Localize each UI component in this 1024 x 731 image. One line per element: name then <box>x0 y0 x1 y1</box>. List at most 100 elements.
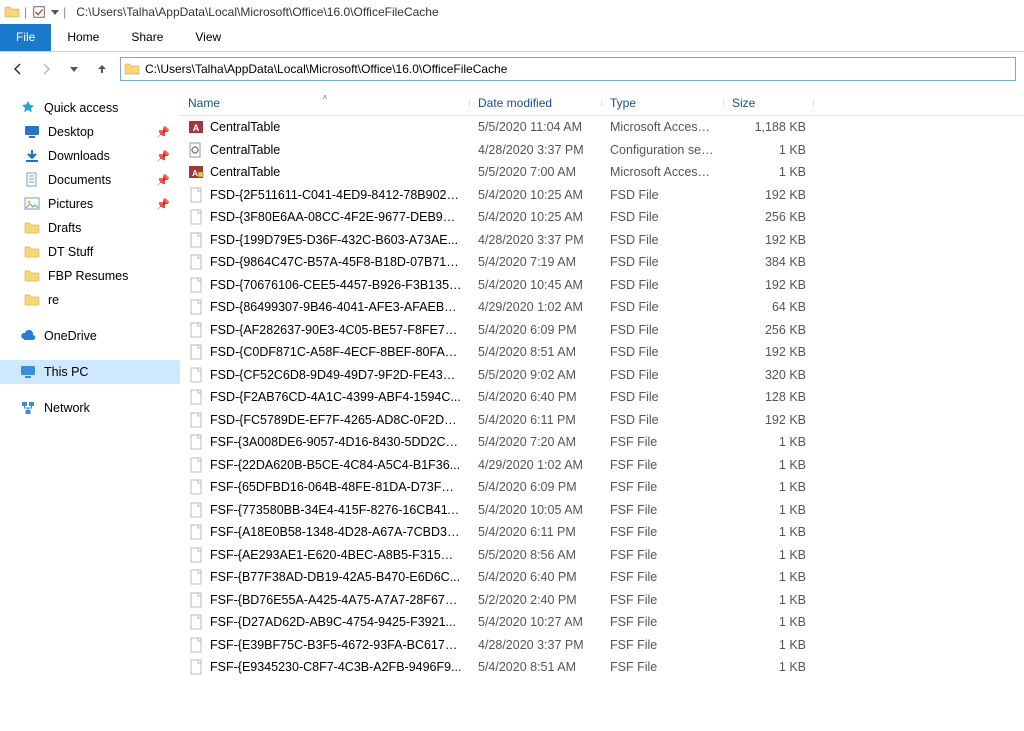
file-name: FSD-{AF282637-90E3-4C05-BE57-F8FE734... <box>210 323 462 337</box>
file-row[interactable]: ACentralTable5/5/2020 7:00 AMMicrosoft A… <box>180 161 1024 184</box>
separator: | <box>63 5 66 19</box>
navigation-bar <box>0 52 1024 86</box>
file-row[interactable]: FSF-{B77F38AD-DB19-42A5-B470-E6D6C...5/4… <box>180 566 1024 589</box>
file-row[interactable]: FSD-{C0DF871C-A58F-4ECF-8BEF-80FA3...5/4… <box>180 341 1024 364</box>
file-size: 320 KB <box>724 368 814 382</box>
file-size: 1 KB <box>724 480 814 494</box>
file-type: FSF File <box>602 525 724 539</box>
file-icon <box>188 142 204 158</box>
file-row[interactable]: FSD-{86499307-9B46-4041-AFE3-AFAEBD...4/… <box>180 296 1024 319</box>
file-size: 384 KB <box>724 255 814 269</box>
file-row[interactable]: FSD-{3F80E6AA-08CC-4F2E-9677-DEB977...5/… <box>180 206 1024 229</box>
nav-downloads[interactable]: Downloads 📌 <box>0 144 180 168</box>
nav-label: Downloads <box>48 149 110 163</box>
file-icon <box>188 322 204 338</box>
tab-file[interactable]: File <box>0 24 51 51</box>
nav-drafts[interactable]: Drafts <box>0 216 180 240</box>
file-row[interactable]: FSF-{22DA620B-B5CE-4C84-A5C4-B1F36...4/2… <box>180 454 1024 477</box>
nav-desktop[interactable]: Desktop 📌 <box>0 120 180 144</box>
nav-this-pc[interactable]: This PC <box>0 360 180 384</box>
tab-share[interactable]: Share <box>115 24 179 51</box>
nav-fbp-resumes[interactable]: FBP Resumes <box>0 264 180 288</box>
file-type: FSD File <box>602 368 724 382</box>
nav-onedrive[interactable]: OneDrive <box>0 324 180 348</box>
file-size: 1 KB <box>724 458 814 472</box>
file-row[interactable]: FSF-{773580BB-34E4-415F-8276-16CB411...5… <box>180 499 1024 522</box>
file-row[interactable]: FSD-{F2AB76CD-4A1C-4399-ABF4-1594C...5/4… <box>180 386 1024 409</box>
column-date-modified[interactable]: Date modified <box>470 96 602 110</box>
file-row[interactable]: FSD-{199D79E5-D36F-432C-B603-A73AE...4/2… <box>180 229 1024 252</box>
file-icon <box>188 344 204 360</box>
file-size: 256 KB <box>724 323 814 337</box>
column-type[interactable]: Type <box>602 96 724 110</box>
file-icon: A <box>188 164 204 180</box>
file-type: FSD File <box>602 390 724 404</box>
file-date: 5/5/2020 7:00 AM <box>470 165 602 179</box>
column-label: Size <box>732 96 755 110</box>
folder-icon <box>24 244 40 260</box>
file-size: 1 KB <box>724 660 814 674</box>
file-name: FSD-{F2AB76CD-4A1C-4399-ABF4-1594C... <box>210 390 461 404</box>
file-name: FSD-{CF52C6D8-9D49-49D7-9F2D-FE4331... <box>210 368 462 382</box>
pictures-icon <box>24 196 40 212</box>
nav-label: re <box>48 293 59 307</box>
file-date: 5/2/2020 2:40 PM <box>470 593 602 607</box>
file-row[interactable]: FSD-{FC5789DE-EF7F-4265-AD8C-0F2DF1...5/… <box>180 409 1024 432</box>
file-row[interactable]: FSF-{AE293AE1-E620-4BEC-A8B5-F315C0...5/… <box>180 544 1024 567</box>
file-type: FSF File <box>602 593 724 607</box>
forward-button[interactable] <box>36 59 56 79</box>
file-size: 1 KB <box>724 435 814 449</box>
file-row[interactable]: FSD-{AF282637-90E3-4C05-BE57-F8FE734...5… <box>180 319 1024 342</box>
address-bar[interactable] <box>120 57 1016 81</box>
file-row[interactable]: FSD-{9864C47C-B57A-45F8-B18D-07B719...5/… <box>180 251 1024 274</box>
properties-icon[interactable] <box>31 4 47 20</box>
address-input[interactable] <box>143 60 1015 78</box>
nav-label: Pictures <box>48 197 93 211</box>
file-type: Configuration sett... <box>602 143 724 157</box>
file-size: 1 KB <box>724 503 814 517</box>
column-size[interactable]: Size <box>724 96 814 110</box>
file-size: 1 KB <box>724 143 814 157</box>
file-row[interactable]: FSF-{E39BF75C-B3F5-4672-93FA-BC617D...4/… <box>180 634 1024 657</box>
column-label: Date modified <box>478 96 552 110</box>
nav-pictures[interactable]: Pictures 📌 <box>0 192 180 216</box>
file-row[interactable]: FSF-{BD76E55A-A425-4A75-A7A7-28F673...5/… <box>180 589 1024 612</box>
tab-view[interactable]: View <box>179 24 237 51</box>
nav-quick-access[interactable]: Quick access <box>0 96 180 120</box>
file-icon <box>188 569 204 585</box>
nav-dt-stuff[interactable]: DT Stuff <box>0 240 180 264</box>
file-row[interactable]: FSF-{65DFBD16-064B-48FE-81DA-D73FE1...5/… <box>180 476 1024 499</box>
file-icon <box>188 614 204 630</box>
file-date: 4/29/2020 1:02 AM <box>470 300 602 314</box>
file-date: 4/29/2020 1:02 AM <box>470 458 602 472</box>
file-row[interactable]: CentralTable4/28/2020 3:37 PMConfigurati… <box>180 139 1024 162</box>
cloud-icon <box>20 328 36 344</box>
file-row[interactable]: FSF-{3A008DE6-9057-4D16-8430-5DD2C9...5/… <box>180 431 1024 454</box>
file-icon <box>188 367 204 383</box>
file-type: FSF File <box>602 458 724 472</box>
up-button[interactable] <box>92 59 112 79</box>
file-row[interactable]: FSF-{D27AD62D-AB9C-4754-9425-F3921...5/4… <box>180 611 1024 634</box>
file-type: FSD File <box>602 255 724 269</box>
back-button[interactable] <box>8 59 28 79</box>
file-type: FSF File <box>602 548 724 562</box>
recent-locations-dropdown[interactable] <box>64 59 84 79</box>
file-icon <box>188 479 204 495</box>
tab-home[interactable]: Home <box>51 24 115 51</box>
folder-icon <box>24 268 40 284</box>
column-name[interactable]: Name˄ <box>180 96 470 110</box>
nav-documents[interactable]: Documents 📌 <box>0 168 180 192</box>
file-name: FSF-{A18E0B58-1348-4D28-A67A-7CBD34... <box>210 525 462 539</box>
file-row[interactable]: FSD-{70676106-CEE5-4457-B926-F3B1356...5… <box>180 274 1024 297</box>
column-label: Name <box>188 96 220 110</box>
qat-dropdown-icon[interactable] <box>51 5 59 19</box>
nav-re[interactable]: re <box>0 288 180 312</box>
nav-label: Network <box>44 401 90 415</box>
file-row[interactable]: FSD-{CF52C6D8-9D49-49D7-9F2D-FE4331...5/… <box>180 364 1024 387</box>
file-row[interactable]: FSD-{2F511611-C041-4ED9-8412-78B9027...5… <box>180 184 1024 207</box>
ribbon-tabs: File Home Share View <box>0 24 1024 52</box>
file-row[interactable]: ACentralTable5/5/2020 11:04 AMMicrosoft … <box>180 116 1024 139</box>
file-row[interactable]: FSF-{E9345230-C8F7-4C3B-A2FB-9496F9...5/… <box>180 656 1024 679</box>
nav-network[interactable]: Network <box>0 396 180 420</box>
file-row[interactable]: FSF-{A18E0B58-1348-4D28-A67A-7CBD34...5/… <box>180 521 1024 544</box>
